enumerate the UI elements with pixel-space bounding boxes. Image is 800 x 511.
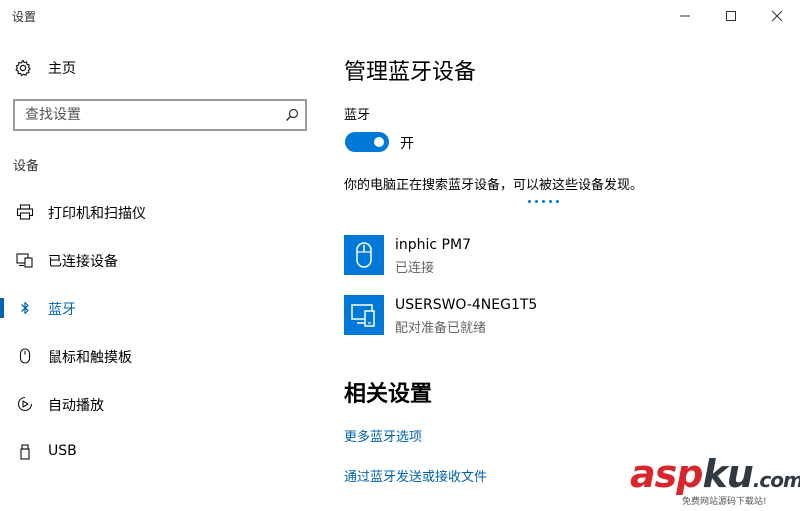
close-button[interactable] (754, 0, 800, 32)
home-nav-item[interactable]: 主页 (14, 58, 76, 78)
sidebar-item-usb[interactable]: USB (0, 436, 330, 468)
sidebar-item-label: 蓝牙 (48, 302, 76, 318)
sidebar-item-label: 自动播放 (48, 398, 104, 414)
bluetooth-toggle[interactable] (345, 132, 389, 152)
sidebar-item-connected-devices[interactable]: 已连接设备 (0, 244, 330, 276)
toggle-knob (374, 137, 384, 147)
connected-devices-icon (16, 252, 34, 268)
title-bar: 设置 (0, 0, 800, 32)
active-indicator (0, 298, 4, 318)
page-title: 管理蓝牙设备 (344, 60, 477, 85)
home-label: 主页 (48, 61, 76, 77)
usb-icon (16, 444, 34, 460)
related-settings-heading: 相关设置 (344, 382, 433, 407)
device-name: USERSWO-4NEG1T5 (395, 297, 538, 313)
main-content: 管理蓝牙设备 蓝牙 开 你的电脑正在搜索蓝牙设备，可以被这些设备发现。 inph… (344, 32, 800, 511)
device-status: 已连接 (395, 261, 435, 276)
bluetooth-label: 蓝牙 (344, 108, 371, 123)
discovery-status-text: 你的电脑正在搜索蓝牙设备，可以被这些设备发现。 (344, 178, 644, 193)
close-icon (771, 10, 783, 22)
window-title: 设置 (12, 10, 37, 24)
section-title: 设备 (13, 159, 40, 174)
search-icon[interactable] (285, 108, 299, 122)
bluetooth-icon (16, 300, 34, 316)
watermark-text: aspku.com (630, 452, 800, 496)
sidebar-item-label: USB (48, 443, 77, 459)
maximize-icon (726, 11, 736, 21)
sidebar-item-autoplay[interactable]: 自动播放 (0, 388, 330, 420)
search-input[interactable] (15, 101, 275, 129)
device-name: inphic PM7 (395, 237, 471, 253)
gear-icon (15, 59, 31, 77)
mouse-icon (16, 348, 34, 364)
send-receive-files-link[interactable]: 通过蓝牙发送或接收文件 (344, 466, 487, 485)
searching-progress-dots (528, 200, 559, 203)
more-bluetooth-options-link[interactable]: 更多蓝牙选项 (344, 426, 422, 445)
mouse-icon (344, 235, 384, 275)
autoplay-icon (16, 396, 34, 412)
sidebar-item-label: 已连接设备 (48, 254, 118, 270)
toggle-state-label: 开 (400, 136, 414, 152)
sidebar-item-bluetooth[interactable]: 蓝牙 (0, 292, 330, 324)
device-status: 配对准备已就绪 (395, 321, 487, 336)
sidebar-item-mouse[interactable]: 鼠标和触摸板 (0, 340, 330, 372)
watermark-logo: aspku.com 免费网站源码下载站! (630, 452, 800, 511)
minimize-icon (680, 15, 690, 17)
device-item-computer[interactable]: USERSWO-4NEG1T5 配对准备已就绪 (344, 295, 764, 337)
watermark-subtitle: 免费网站源码下载站! (682, 497, 767, 507)
minimize-button[interactable] (662, 0, 708, 32)
device-item-mouse[interactable]: inphic PM7 已连接 (344, 235, 764, 277)
printer-icon (16, 204, 34, 220)
sidebar-item-printers[interactable]: 打印机和扫描仪 (0, 196, 330, 228)
computer-phone-icon (344, 295, 384, 335)
sidebar-item-label: 鼠标和触摸板 (48, 350, 132, 366)
maximize-button[interactable] (708, 0, 754, 32)
sidebar: 主页 设备 打印机和扫描仪 已连接设备 蓝牙 鼠标和触摸板 (0, 32, 330, 511)
search-box[interactable] (13, 99, 307, 131)
sidebar-item-label: 打印机和扫描仪 (48, 206, 146, 222)
